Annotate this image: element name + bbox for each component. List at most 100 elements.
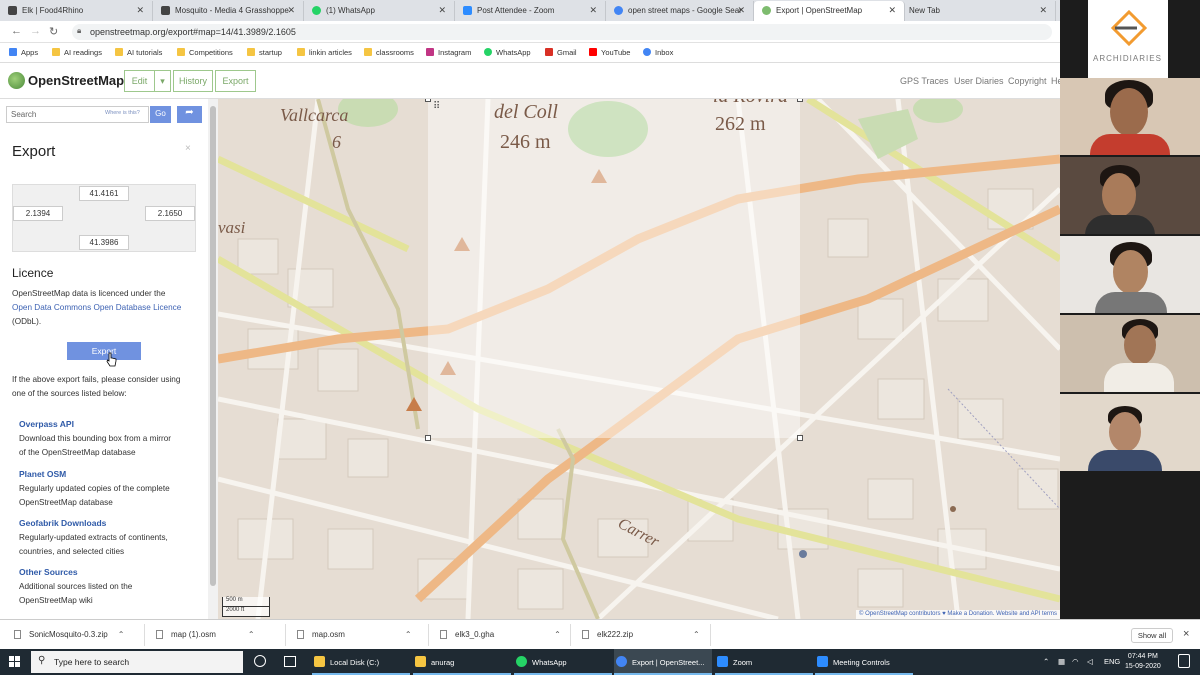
gps-traces-link[interactable]: GPS Traces [900,76,949,86]
odbl-link[interactable]: Open Data Commons Open Database Licence [12,301,181,315]
east-coordinate-input[interactable]: 2.1650 [145,206,195,221]
download-item[interactable]: elk3_0.gha ⌃ [440,630,561,639]
whatsapp-favicon-icon [312,6,321,15]
chevron-up-icon[interactable]: ⌃ [693,630,700,639]
directions-icon[interactable]: ➦ [177,106,202,123]
overpass-api-link[interactable]: Overpass API [19,419,74,429]
resize-handle-nw[interactable] [425,99,431,102]
tab-elk[interactable]: Elk | Food4Rhino ✕ [0,1,153,21]
chevron-up-icon[interactable]: ⌃ [405,630,412,639]
bookmark-classrooms[interactable]: classrooms [364,48,414,57]
go-button[interactable]: Go [150,106,171,123]
geofabrik-link[interactable]: Geofabrik Downloads [19,518,106,528]
osm-logo-icon[interactable] [8,72,25,89]
chevron-up-icon[interactable]: ⌃ [118,630,125,639]
back-icon[interactable]: ← [11,25,22,37]
history-button[interactable]: History [173,70,213,92]
taskbar-anurag[interactable]: anurag [413,649,511,675]
bookmark-gmail[interactable]: Gmail [545,48,577,57]
download-item[interactable]: map.osm ⌃ [297,630,412,639]
bookmark-whatsapp[interactable]: WhatsApp [484,48,531,57]
resize-handle-sw[interactable] [425,435,431,441]
language-indicator[interactable]: ENG [1104,657,1120,666]
download-item[interactable]: SonicMosquito-0.3.zip ⌃ [14,630,124,639]
map-canvas[interactable]: Vallcarca 6 vasi Carrer del Coll 246 m l… [218,99,1060,619]
north-coordinate-input[interactable]: 41.4161 [79,186,129,201]
close-tab-icon[interactable]: ✕ [888,5,896,16]
close-tab-icon[interactable]: ✕ [136,5,144,16]
tab-zoom[interactable]: Post Attendee - Zoom ✕ [455,1,606,21]
tab-new-tab[interactable]: New Tab ✕ [905,1,1056,21]
chevron-up-icon[interactable]: ⌃ [248,630,255,639]
export-button[interactable]: Export [67,342,141,360]
map-attribution[interactable]: © OpenStreetMap contributors ♥ Make a Do… [856,610,1060,619]
west-coordinate-input[interactable]: 2.1394 [13,206,63,221]
taskbar-zoom[interactable]: Zoom [715,649,813,675]
download-item[interactable]: map (1).osm ⌃ [156,630,255,639]
tab-whatsapp[interactable]: (1) WhatsApp ✕ [304,1,455,21]
user-diaries-link[interactable]: User Diaries [954,76,1004,86]
tab-mosquito[interactable]: Mosquito - Media 4 Grasshoppe ✕ [153,1,304,21]
system-clock[interactable]: 07:44 PM 15-09-2020 [1125,652,1161,672]
url-field[interactable]: 🔒︎ openstreetmap.org/export#map=14/41.39… [72,24,1052,40]
close-tab-icon[interactable]: ✕ [438,5,446,16]
resize-handle-ne[interactable] [797,99,803,102]
bookmark-label: startup [259,48,282,57]
bookmark-apps[interactable]: Apps [9,48,38,57]
tab-osm-export[interactable]: Export | OpenStreetMap ✕ [754,1,905,21]
wifi-icon[interactable]: ◠ [1072,657,1079,666]
bookmark-youtube[interactable]: YouTube [589,48,630,57]
taskbar-chrome[interactable]: Export | OpenStreet... [614,649,712,675]
bookmark-ai-tutorials[interactable]: AI tutorials [115,48,162,57]
south-coordinate-input[interactable]: 41.3986 [79,235,129,250]
chevron-up-icon[interactable]: ⌃ [1043,657,1049,666]
show-all-button[interactable]: Show all [1131,628,1173,643]
edit-button[interactable]: Edit [124,70,155,92]
drag-handle-icon[interactable]: ⠿ [433,101,440,112]
close-icon[interactable]: × [185,143,191,154]
osm-brand[interactable]: OpenStreetMap [28,73,124,88]
other-sources-link[interactable]: Other Sources [19,567,78,577]
download-item[interactable]: elk222.zip ⌃ [582,630,700,639]
taskbar-search-input[interactable]: ⚲ Type here to search [31,651,243,673]
volume-icon[interactable]: ◁ [1087,657,1093,666]
forward-icon[interactable]: → [30,25,41,37]
close-tab-icon[interactable]: ✕ [287,5,295,16]
chevron-up-icon[interactable]: ⌃ [554,630,561,639]
close-tab-icon[interactable]: ✕ [737,5,745,16]
video-participant-5[interactable] [1060,394,1200,471]
bookmark-instagram[interactable]: Instagram [426,48,471,57]
copyright-link[interactable]: Copyright [1008,76,1047,86]
video-participant-2[interactable] [1060,157,1200,234]
network-icon[interactable]: ▦ [1058,657,1065,666]
windows-start-icon[interactable] [9,656,20,667]
bookmark-inbox[interactable]: Inbox [643,48,673,57]
tab-google[interactable]: open street maps - Google Sear ✕ [606,1,754,21]
planet-osm-link[interactable]: Planet OSM [19,469,66,479]
close-tab-icon[interactable]: ✕ [1039,5,1047,16]
close-tab-icon[interactable]: ✕ [589,5,597,16]
folder-icon [364,48,372,56]
taskbar-local-disk[interactable]: Local Disk (C:) [312,649,410,675]
export-nav-button[interactable]: Export [215,70,256,92]
video-participant-1[interactable] [1060,78,1200,155]
where-is-this-link[interactable]: Where is this? [105,110,140,116]
notification-icon[interactable] [1178,654,1190,668]
task-view-icon[interactable] [284,656,296,667]
taskbar-meeting-controls[interactable]: Meeting Controls [815,649,913,675]
edit-dropdown-button[interactable]: ▾ [154,70,171,92]
bookmark-ai-readings[interactable]: AI readings [52,48,102,57]
bookmark-competitions[interactable]: Competitions [177,48,233,57]
reload-icon[interactable]: ↻ [49,25,58,38]
close-downloads-icon[interactable]: × [1183,628,1189,640]
licence-text: OpenStreetMap data is licenced under the [12,289,166,298]
taskbar-whatsapp[interactable]: WhatsApp [514,649,612,675]
resize-handle-se[interactable] [797,435,803,441]
video-participant-4[interactable] [1060,315,1200,392]
video-participant-3[interactable] [1060,236,1200,313]
export-selection-box[interactable]: del Coll 246 m la Rovira 262 m ⠿ [425,99,803,441]
bookmark-linkin-articles[interactable]: linkin articles [297,48,352,57]
bookmark-startup[interactable]: startup [247,48,282,57]
sidebar-scroll-thumb[interactable] [210,106,216,586]
cortana-icon[interactable] [254,655,266,667]
